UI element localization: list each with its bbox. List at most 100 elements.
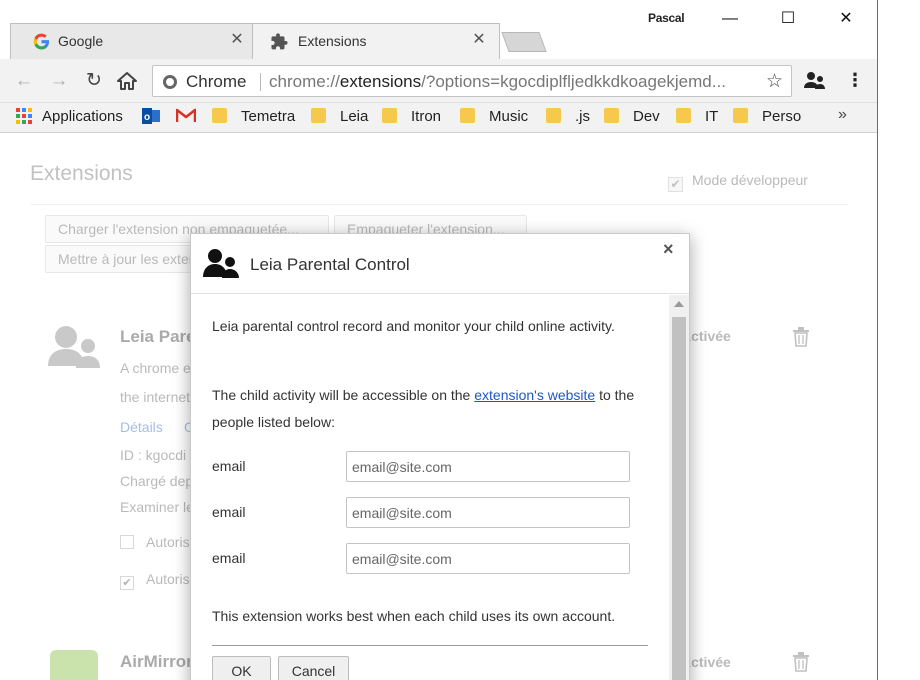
bookmark-label: Perso [762,108,802,125]
url-text[interactable]: chrome://extensions/?options=kgocdiplflj… [269,72,749,92]
bookmark-perso[interactable]: Perso [733,108,801,128]
tab-extensions[interactable]: Extensions ✕ [252,23,500,59]
cancel-button[interactable]: Cancel [278,656,349,680]
folder-icon [460,108,475,123]
maximize-icon[interactable]: ☐ [765,6,811,32]
bookmark-label: Music [489,108,529,125]
dialog-title: Leia Parental Control [250,255,410,274]
scrollbar-thumb[interactable] [672,317,686,680]
leia-extension-icon [48,326,100,368]
reload-icon[interactable]: ↻ [80,67,108,95]
bookmark-outlook[interactable]: o [142,108,160,128]
extension-name: AirMirror [120,652,193,671]
menu-kebab-icon[interactable]: ⋮ [843,69,867,93]
folder-icon [676,108,691,123]
checkbox-checked-icon[interactable]: ✔ [120,576,134,590]
extension-website-link[interactable]: extension's website [474,387,595,403]
tab-strip: Google ✕ Extensions ✕ Pascal — ☐ ✕ [0,0,877,59]
scroll-up-arrow-icon[interactable] [674,301,684,307]
folder-icon [604,108,619,123]
outlook-icon: o [142,108,160,124]
email-label-3: email [212,550,246,566]
bookmark-gmail[interactable] [175,108,197,128]
window-close-icon[interactable]: ✕ [823,6,869,32]
details-link[interactable]: Détails [120,419,163,435]
dialog-access-text: The child activity will be accessible on… [212,382,652,436]
bookmark-label: IT [705,108,719,125]
bookmark-music[interactable]: Music [460,108,528,128]
window-user-name[interactable]: Pascal [648,11,685,25]
bookmark-leia[interactable]: Leia [311,108,368,128]
folder-icon [212,108,227,123]
bookmarks-overflow-icon[interactable]: » [838,106,847,124]
bookmark-label: Leia [340,108,369,125]
email-label-2: email [212,504,246,520]
bookmark-label: Dev [633,108,660,125]
url-prefix: chrome:// [269,72,340,91]
chrome-site-icon [163,75,177,89]
page-divider [30,204,848,205]
trash-icon[interactable] [792,327,810,347]
google-g-icon [33,33,50,50]
email-field-3[interactable] [346,543,630,574]
tab-title-google: Google [58,33,104,49]
folder-icon [546,108,561,123]
folder-icon [733,108,748,123]
folder-icon [311,108,326,123]
back-arrow-icon[interactable]: ← [10,67,38,95]
minimize-icon[interactable]: — [707,6,753,32]
bookmark-star-icon[interactable]: ☆ [766,70,783,93]
dialog-body: Leia parental control record and monitor… [191,295,669,680]
parental-control-icon [203,249,239,278]
new-tab-button[interactable] [501,32,547,52]
dialog-close-icon[interactable]: × [663,239,674,260]
checkbox-checked-icon[interactable]: ✔ [668,177,683,192]
forward-arrow-icon[interactable]: → [45,67,73,95]
gmail-icon [175,108,197,122]
url-host: extensions [339,72,422,91]
bookmark-itron[interactable]: Itron [382,108,441,128]
dialog-header: Leia Parental Control × [191,234,689,294]
dialog-note-text: This extension works best when each chil… [212,608,616,624]
tab-close-icon[interactable]: ✕ [471,32,487,48]
site-label: Chrome [186,72,247,91]
bookmark-label: Temetra [241,108,296,125]
extension-id: ID : kgocdi [120,447,187,463]
apps-grid-icon [16,108,32,124]
bookmark-applications[interactable]: Applications [16,108,123,128]
bookmark-it[interactable]: IT [676,108,718,128]
bookmark-label: .js [575,108,590,125]
checkbox-icon[interactable] [120,535,134,549]
bookmark-dev[interactable]: Dev [604,108,660,128]
bookmark-js[interactable]: .js [546,108,590,128]
bookmark-temetra[interactable]: Temetra [212,108,295,128]
airmirror-extension-icon [50,650,98,680]
url-rest: /?options=kgocdiplfljedkkdkoagekjemd... [421,72,726,91]
puzzle-icon [271,33,288,50]
trash-icon[interactable] [792,652,810,672]
developer-mode-label: Mode développeur [692,172,808,188]
svg-text:o: o [144,112,150,123]
tab-title-extensions: Extensions [298,33,367,49]
folder-icon [382,108,397,123]
address-bar[interactable]: Chrome chrome://extensions/?options=kgoc… [152,65,792,97]
parental-control-extension-icon[interactable] [803,69,827,93]
bookmark-label: Applications [42,108,123,125]
browser-window: Google ✕ Extensions ✕ Pascal — ☐ ✕ ← → ↻… [0,0,878,680]
bookmarks-bar: Applications o Temetra Leia Itron Music … [0,103,877,133]
tab-google[interactable]: Google ✕ [10,23,258,59]
address-separator [260,73,261,91]
tab-close-icon[interactable]: ✕ [229,32,245,48]
ok-button[interactable]: OK [212,656,271,680]
dialog-intro-text: Leia parental control record and monitor… [212,318,615,334]
home-icon[interactable] [116,71,138,91]
browser-toolbar: ← → ↻ Chrome chrome://extensions/?option… [0,59,877,103]
dialog-scrollbar[interactable] [669,295,689,680]
email-field-1[interactable] [346,451,630,482]
developer-mode-toggle[interactable]: ✔ Mode développeur [668,172,808,192]
dialog-divider [212,645,648,646]
email-field-2[interactable] [346,497,630,528]
extension-description-2: the internet [120,389,191,405]
access-text-before: The child activity will be accessible on… [212,387,475,403]
bookmark-label: Itron [411,108,442,125]
